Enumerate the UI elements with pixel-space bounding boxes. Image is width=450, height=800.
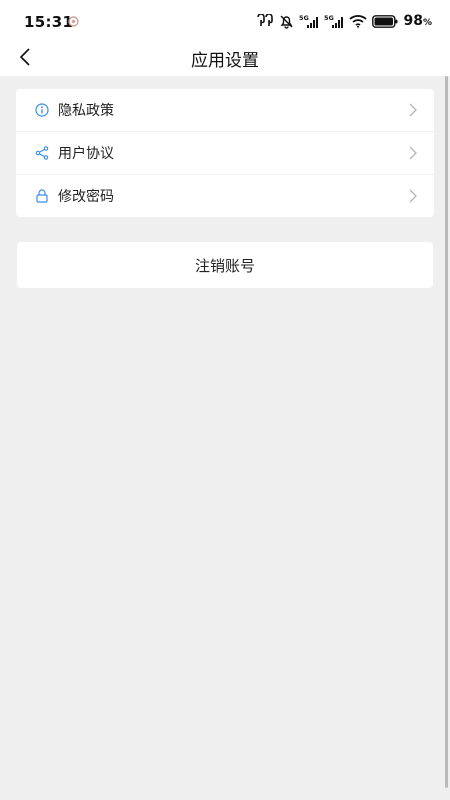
page-title: 应用设置 xyxy=(191,51,259,71)
delete-account-button[interactable]: 注销账号 xyxy=(17,242,433,288)
share-icon xyxy=(34,145,50,161)
battery-icon xyxy=(372,14,398,28)
status-icons: 5G 5G 98% xyxy=(256,12,432,30)
status-time: 15:31 xyxy=(24,13,74,31)
earbuds-icon xyxy=(257,14,274,26)
signal-5g-icon-1: 5G xyxy=(299,14,319,28)
status-bar: 15:31 5G 5G 98% xyxy=(0,0,450,40)
mute-bell-icon xyxy=(280,15,293,29)
settings-list: 隐私政策 用户协议 修改密码 xyxy=(16,89,434,217)
lock-icon xyxy=(34,188,50,204)
svg-text:5G: 5G xyxy=(324,14,334,22)
settings-item-change-password[interactable]: 修改密码 xyxy=(16,174,434,217)
chevron-right-icon xyxy=(409,103,417,117)
svg-text:5G: 5G xyxy=(299,14,309,22)
settings-item-label: 用户协议 xyxy=(58,146,114,162)
settings-item-label: 修改密码 xyxy=(58,189,114,205)
settings-item-privacy-policy[interactable]: 隐私政策 xyxy=(16,89,434,131)
settings-item-label: 隐私政策 xyxy=(58,103,114,119)
scrollbar[interactable] xyxy=(445,76,448,788)
chevron-right-icon xyxy=(409,146,417,160)
delete-account-label: 注销账号 xyxy=(194,256,255,275)
chevron-right-icon xyxy=(409,189,417,203)
battery-percent: 98% xyxy=(403,13,432,29)
info-icon xyxy=(34,102,50,118)
settings-item-user-agreement[interactable]: 用户协议 xyxy=(16,131,434,174)
signal-5g-icon-2: 5G xyxy=(324,14,344,28)
wifi-icon xyxy=(349,15,368,28)
nav-bar: 应用设置 xyxy=(0,40,450,76)
app-notification-icon xyxy=(68,16,79,27)
